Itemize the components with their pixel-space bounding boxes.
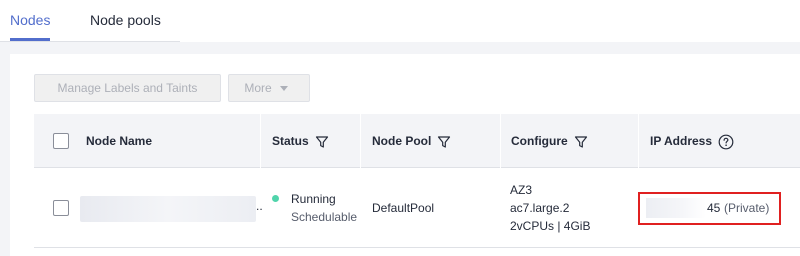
column-divider (638, 114, 639, 168)
column-header-node-name[interactable]: Node Name (86, 114, 152, 168)
column-header-node-pool: Node Pool (372, 114, 451, 168)
tab-bar: Nodes Node pools (0, 0, 800, 42)
status-running-dot (272, 195, 279, 202)
help-icon[interactable] (718, 134, 734, 150)
configure-zone: AZ3 (510, 183, 533, 197)
more-dropdown-button[interactable]: More (228, 74, 310, 102)
filter-icon[interactable] (574, 135, 588, 149)
status-subtext: Schedulable (291, 210, 358, 224)
status-header-label: Status (272, 134, 309, 148)
more-button-label: More (244, 81, 272, 95)
column-divider (260, 114, 261, 168)
node-pool-header-label: Node Pool (372, 134, 432, 148)
column-divider (500, 114, 501, 168)
column-header-configure: Configure (511, 114, 588, 168)
status-text: Running (291, 192, 336, 206)
manage-labels-button-label: Manage Labels and Taints (57, 81, 198, 95)
configure-flavor: ac7.large.2 (510, 201, 570, 215)
ip-address-header-label: IP Address (650, 134, 713, 148)
row-checkbox[interactable] (53, 200, 69, 216)
ip-highlight-box (638, 192, 781, 225)
configure-header-label: Configure (511, 134, 568, 148)
tab-nodes[interactable]: Nodes (10, 12, 50, 28)
caret-down-icon (279, 86, 288, 92)
select-all-checkbox[interactable] (53, 133, 69, 149)
filter-icon[interactable] (437, 135, 451, 149)
table-header: Node Name Status Node Pool Configure IP … (34, 114, 800, 168)
configure-spec: 2vCPUs | 4GiB (510, 219, 591, 233)
column-header-status: Status (272, 114, 329, 168)
tab-node-pools[interactable]: Node pools (90, 12, 161, 28)
manage-labels-and-taints-button[interactable]: Manage Labels and Taints (34, 74, 221, 102)
node-pool-cell[interactable]: DefaultPool (372, 199, 434, 217)
column-divider (360, 114, 361, 168)
node-name-ellipsis: .. (256, 199, 263, 213)
filter-icon[interactable] (315, 135, 329, 149)
node-name-redacted[interactable] (80, 196, 256, 222)
column-header-ip-address: IP Address (650, 114, 734, 168)
